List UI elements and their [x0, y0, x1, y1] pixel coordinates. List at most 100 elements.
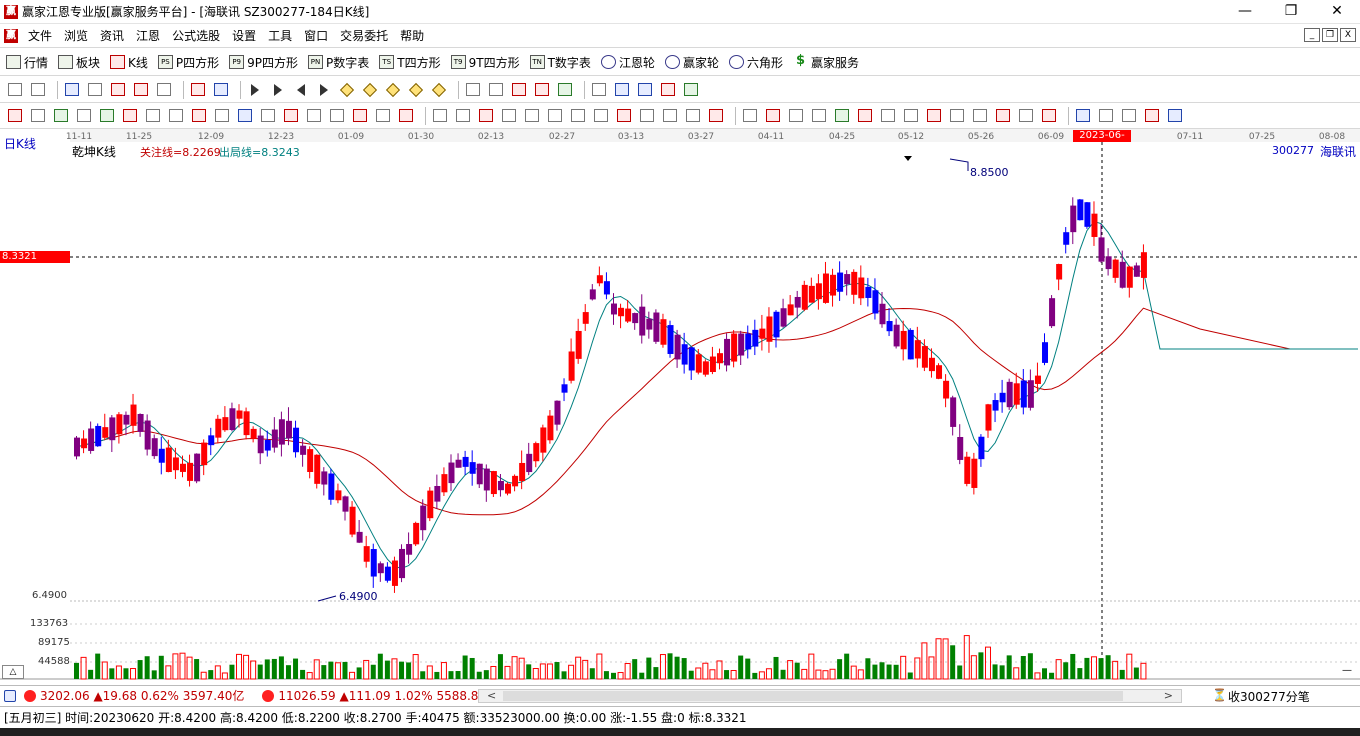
zoom-all-icon[interactable]	[430, 81, 448, 99]
mdi-minimize-button[interactable]: _	[1304, 28, 1320, 42]
calculator-icon[interactable]	[613, 81, 631, 99]
drawing-tool-2-icon[interactable]	[29, 107, 47, 125]
drawing-tool-4-icon[interactable]	[75, 107, 93, 125]
scroll-left-icon[interactable]: <	[487, 689, 496, 702]
menu-gann[interactable]: 江恩	[130, 27, 166, 44]
drawing-tool-3-icon[interactable]	[52, 107, 70, 125]
drawing-tool-46-icon[interactable]	[1074, 107, 1092, 125]
menu-trade[interactable]: 交易委托	[334, 27, 394, 44]
line-tool-icon[interactable]	[510, 81, 528, 99]
drawing-tool-36-icon[interactable]	[833, 107, 851, 125]
table-icon[interactable]	[4, 689, 16, 702]
toolbar-sector[interactable]: 板块	[58, 54, 100, 71]
drawing-tool-19-icon[interactable]	[431, 107, 449, 125]
drawing-tool-27-icon[interactable]	[615, 107, 633, 125]
drawing-tool-44-icon[interactable]	[1017, 107, 1035, 125]
menu-settings[interactable]: 设置	[226, 27, 262, 44]
export-icon[interactable]	[682, 81, 700, 99]
kline-chart[interactable]: 11-11 11-25 12-09 12-23 01-09 01-30 02-13 02-27…	[0, 129, 1360, 685]
next-icon[interactable]	[315, 81, 333, 99]
drawing-tool-13-icon[interactable]	[282, 107, 300, 125]
menu-browse[interactable]: 浏览	[58, 27, 94, 44]
calendar-icon[interactable]	[590, 81, 608, 99]
mdi-restore-button[interactable]: ❐	[1322, 28, 1338, 42]
drawing-tool-34-icon[interactable]	[787, 107, 805, 125]
prev-icon[interactable]	[292, 81, 310, 99]
drawing-tool-24-icon[interactable]	[546, 107, 564, 125]
drawing-tool-35-icon[interactable]	[810, 107, 828, 125]
drawing-tool-43-icon[interactable]	[994, 107, 1012, 125]
drawing-tool-8-icon[interactable]	[167, 107, 185, 125]
candle-mixed-icon[interactable]	[132, 81, 150, 99]
drawing-tool-45-icon[interactable]	[1040, 107, 1058, 125]
drawing-tool-50-icon[interactable]	[1166, 107, 1184, 125]
document-icon[interactable]	[86, 81, 104, 99]
minimize-button[interactable]: —	[1222, 0, 1268, 24]
zoom-reset-icon[interactable]	[407, 81, 425, 99]
drawing-tool-47-icon[interactable]	[1097, 107, 1115, 125]
toolbar-9p-square[interactable]: P9 9P四方形	[229, 54, 298, 71]
toolbar-9t-square[interactable]: T9 9T四方形	[450, 54, 520, 71]
menu-file[interactable]: 文件	[22, 27, 58, 44]
volume-expand-button[interactable]: —	[1338, 665, 1356, 679]
crosshair-icon[interactable]	[487, 81, 505, 99]
volume-collapse-button[interactable]: △	[2, 665, 24, 679]
drawing-tool-14-icon[interactable]	[305, 107, 323, 125]
toolbar-p-number[interactable]: PN P数字表	[308, 54, 369, 71]
drawing-tool-25-icon[interactable]	[569, 107, 587, 125]
drawing-tool-41-icon[interactable]	[948, 107, 966, 125]
toolbar-t-square[interactable]: TS T四方形	[379, 54, 441, 71]
tick-data-label[interactable]: 收300277分笔	[1228, 688, 1310, 705]
wave-icon[interactable]	[556, 81, 574, 99]
print-icon[interactable]	[659, 81, 677, 99]
scroll-thumb[interactable]	[503, 691, 1123, 701]
link-icon[interactable]	[63, 81, 81, 99]
indicator-dropdown-icon[interactable]	[29, 81, 47, 99]
menu-info[interactable]: 资讯	[94, 27, 130, 44]
drawing-tool-23-icon[interactable]	[523, 107, 541, 125]
drawing-tool-7-icon[interactable]	[144, 107, 162, 125]
drawing-tool-37-icon[interactable]	[856, 107, 874, 125]
toolbar-service[interactable]: $ 赢家服务	[793, 54, 859, 71]
drawing-tool-12-icon[interactable]	[259, 107, 277, 125]
drawing-tool-33-icon[interactable]	[764, 107, 782, 125]
drawing-tool-42-icon[interactable]	[971, 107, 989, 125]
drawing-tool-39-icon[interactable]	[902, 107, 920, 125]
toolbar-hexagon[interactable]: 六角形	[728, 54, 783, 71]
period-label[interactable]: 日K线	[4, 135, 36, 152]
drawing-tool-5-icon[interactable]	[98, 107, 116, 125]
chart-scrollbar[interactable]: < >	[478, 689, 1182, 703]
close-button[interactable]: ✕	[1314, 0, 1360, 24]
drawing-tool-40-icon[interactable]	[925, 107, 943, 125]
drawing-tool-32-icon[interactable]	[741, 107, 759, 125]
menu-tools[interactable]: 工具	[262, 27, 298, 44]
drawing-tool-20-icon[interactable]	[454, 107, 472, 125]
period-dropdown-icon[interactable]	[6, 81, 24, 99]
drawing-tool-10-icon[interactable]	[213, 107, 231, 125]
drawing-tool-26-icon[interactable]	[592, 107, 610, 125]
formula-icon[interactable]	[189, 81, 207, 99]
overlay-icon[interactable]	[212, 81, 230, 99]
zoom-in-icon[interactable]	[338, 81, 356, 99]
drawing-tool-6-icon[interactable]	[121, 107, 139, 125]
drawing-tool-21-icon[interactable]	[477, 107, 495, 125]
drawing-tool-1-icon[interactable]	[6, 107, 24, 125]
save-icon[interactable]	[636, 81, 654, 99]
filter-icon[interactable]: ⏳	[1212, 688, 1227, 702]
toolbar-kline[interactable]: K线	[110, 54, 148, 71]
mdi-close-button[interactable]: X	[1340, 28, 1356, 42]
drawing-tool-15-icon[interactable]	[328, 107, 346, 125]
drawing-tool-18-icon[interactable]	[397, 107, 415, 125]
pattern-icon[interactable]	[533, 81, 551, 99]
zoom-out-icon[interactable]	[361, 81, 379, 99]
drawing-tool-16-icon[interactable]	[351, 107, 369, 125]
drawing-tool-17-icon[interactable]	[374, 107, 392, 125]
zoom-fit-icon[interactable]	[384, 81, 402, 99]
menu-window[interactable]: 窗口	[298, 27, 334, 44]
drawing-tool-31-icon[interactable]	[707, 107, 725, 125]
toolbar-gann-wheel[interactable]: 江恩轮	[600, 54, 655, 71]
toolbar-t-number[interactable]: TN T数字表	[529, 54, 591, 71]
drawing-tool-29-icon[interactable]	[661, 107, 679, 125]
restore-button[interactable]: ❐	[1268, 0, 1314, 24]
drawing-tool-30-icon[interactable]	[684, 107, 702, 125]
